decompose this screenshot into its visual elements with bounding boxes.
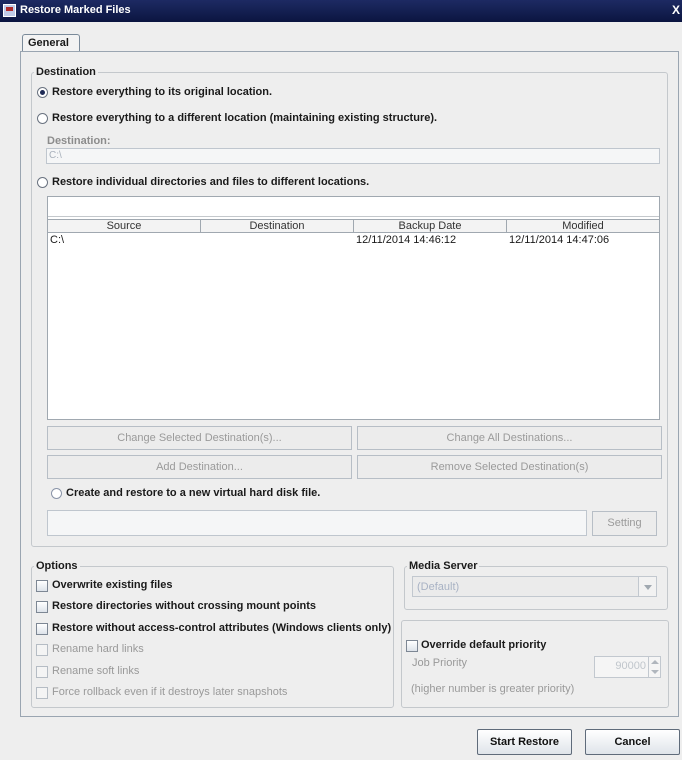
app-icon [3, 4, 16, 17]
radio-original-location-label[interactable]: Restore everything to its original locat… [52, 86, 272, 98]
spinner-up-icon[interactable] [651, 660, 659, 664]
column-header-modified[interactable]: Modified [507, 220, 659, 233]
cell-destination [201, 234, 354, 247]
cell-source: C:\ [50, 234, 65, 246]
media-server-group-title: Media Server [407, 560, 480, 572]
job-priority-label: Job Priority [412, 657, 468, 669]
checkbox-no-mount-crossing-label[interactable]: Restore directories without crossing mou… [52, 600, 316, 612]
destinations-table: Source Destination Backup Date Modified … [47, 196, 660, 420]
add-destination-button[interactable]: Add Destination... [47, 455, 352, 479]
radio-individual-locations[interactable] [37, 177, 48, 188]
checkbox-override-priority[interactable] [406, 640, 418, 652]
cell-modified: 12/11/2014 14:47:06 [509, 234, 610, 246]
close-icon[interactable]: X [672, 3, 680, 17]
checkbox-no-acl[interactable] [36, 623, 48, 635]
tab-general[interactable]: General [22, 34, 80, 52]
checkbox-overwrite-label[interactable]: Overwrite existing files [52, 579, 172, 591]
spinner-down-icon[interactable] [651, 670, 659, 674]
media-server-selected: (Default) [417, 581, 460, 593]
checkbox-rename-hard-links[interactable] [36, 644, 48, 656]
change-selected-destinations-button[interactable]: Change Selected Destination(s)... [47, 426, 352, 450]
checkbox-override-priority-label[interactable]: Override default priority [421, 639, 546, 651]
radio-different-location[interactable] [37, 113, 48, 124]
job-priority-value: 90000 [615, 660, 646, 672]
table-row[interactable]: C:\ 12/11/2014 14:46:12 12/11/2014 14:47… [48, 234, 659, 247]
column-header-backup-date[interactable]: Backup Date [354, 220, 507, 233]
checkbox-force-rollback-label[interactable]: Force rollback even if it destroys later… [52, 686, 287, 698]
radio-create-vhd-label[interactable]: Create and restore to a new virtual hard… [66, 487, 320, 499]
table-header: Source Destination Backup Date Modified [48, 219, 659, 233]
cell-backup-date: 12/11/2014 14:46:12 [356, 234, 457, 246]
destination-field-label: Destination: [47, 135, 111, 147]
checkbox-no-acl-label[interactable]: Restore without access-control attribute… [52, 622, 391, 634]
spinner-buttons[interactable] [648, 657, 660, 677]
job-priority-spinner[interactable]: 90000 [594, 656, 661, 678]
start-restore-button[interactable]: Start Restore [477, 729, 572, 755]
restore-dialog: Restore Marked Files X General Destinati… [0, 0, 682, 760]
checkbox-no-mount-crossing[interactable] [36, 601, 48, 613]
media-server-select[interactable]: (Default) [412, 576, 657, 597]
checkbox-force-rollback[interactable] [36, 687, 48, 699]
column-header-destination[interactable]: Destination [201, 220, 354, 233]
checkbox-rename-soft-links-label[interactable]: Rename soft links [52, 665, 139, 677]
setting-button[interactable]: Setting [592, 511, 657, 536]
cancel-button[interactable]: Cancel [585, 729, 680, 755]
radio-create-vhd[interactable] [51, 488, 62, 499]
vhd-path-field[interactable] [47, 510, 587, 536]
destination-field[interactable]: C:\ [46, 148, 660, 164]
checkbox-rename-hard-links-label[interactable]: Rename hard links [52, 643, 144, 655]
remove-selected-destinations-button[interactable]: Remove Selected Destination(s) [357, 455, 662, 479]
checkbox-rename-soft-links[interactable] [36, 666, 48, 678]
priority-hint: (higher number is greater priority) [411, 683, 575, 695]
radio-different-location-label[interactable]: Restore everything to a different locati… [52, 112, 437, 124]
destination-group-title: Destination [34, 66, 98, 78]
title-bar: Restore Marked Files X [0, 0, 682, 22]
radio-individual-locations-label[interactable]: Restore individual directories and files… [52, 176, 369, 188]
window-title: Restore Marked Files [20, 4, 131, 16]
column-header-source[interactable]: Source [48, 220, 201, 233]
tab-general-label: General [28, 37, 69, 49]
table-path-bar [48, 197, 659, 217]
options-group-title: Options [34, 560, 80, 572]
checkbox-overwrite[interactable] [36, 580, 48, 592]
change-all-destinations-button[interactable]: Change All Destinations... [357, 426, 662, 450]
radio-original-location[interactable] [37, 87, 48, 98]
chevron-down-icon[interactable] [638, 577, 656, 596]
